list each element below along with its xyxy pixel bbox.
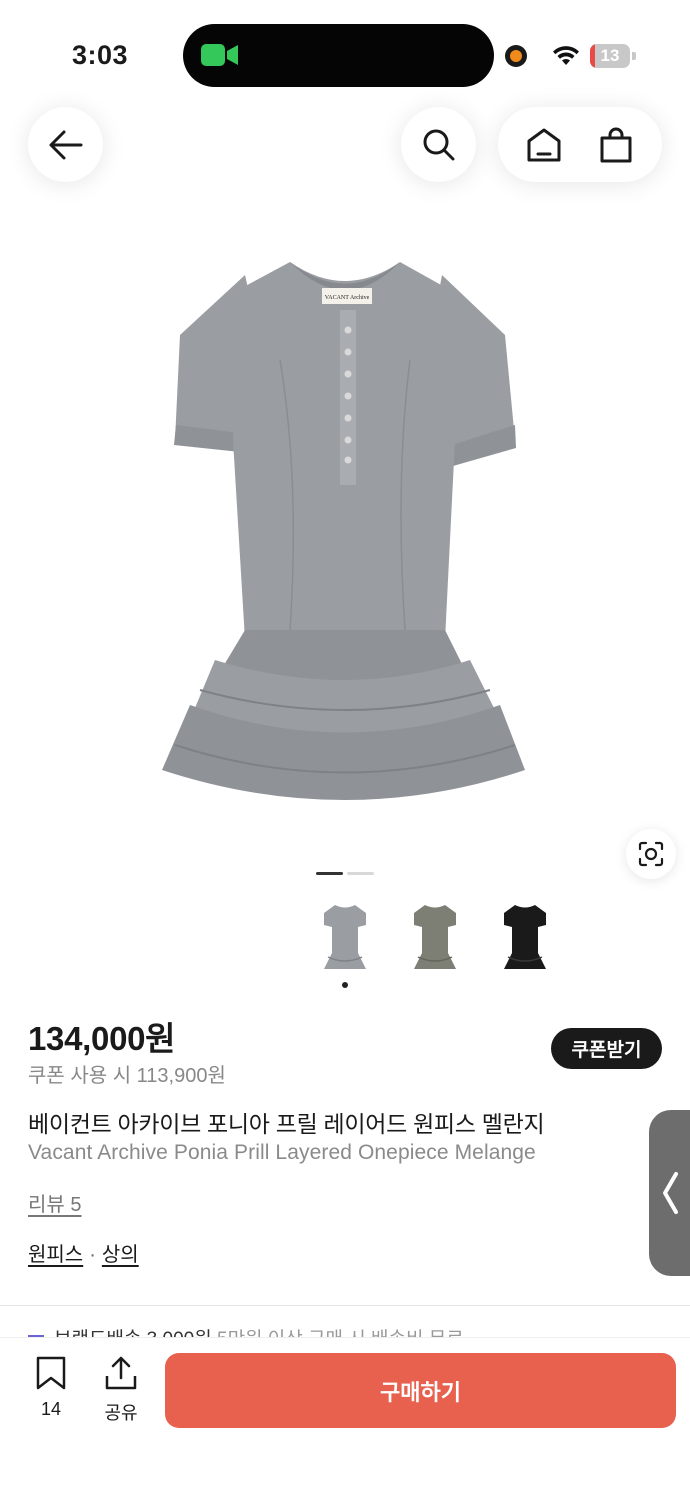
- get-coupon-button[interactable]: 쿠폰받기: [551, 1028, 662, 1069]
- battery-icon: 13: [590, 44, 636, 68]
- recording-indicator-icon: [505, 45, 527, 67]
- wifi-icon: [553, 46, 579, 65]
- bookmark-count: 14: [40, 1399, 62, 1419]
- shopping-bag-icon: [600, 127, 632, 162]
- cart-button[interactable]: [588, 117, 644, 173]
- product-title-en: Vacant Archive Ponia Prill Layered Onepi…: [28, 1141, 536, 1164]
- search-button[interactable]: [401, 107, 476, 182]
- category-link-dress[interactable]: 원피스: [28, 1244, 83, 1266]
- color-option-melange[interactable]: [310, 895, 380, 979]
- chevron-left-icon: [663, 1172, 678, 1214]
- home-cart-group: [498, 107, 662, 182]
- pager-segment-1: [316, 872, 343, 875]
- dynamic-island: [183, 24, 494, 87]
- garment-label: VACANT Archive: [325, 295, 370, 301]
- visual-search-button[interactable]: [626, 829, 676, 879]
- side-panel-handle[interactable]: [649, 1110, 690, 1276]
- share-icon: [105, 1356, 137, 1390]
- category-links: 원피스 · 상의: [28, 1238, 139, 1267]
- home-button[interactable]: [516, 117, 572, 173]
- selected-color-indicator: [342, 982, 348, 988]
- bookmark-button[interactable]: 14: [31, 1356, 71, 1420]
- visual-search-icon: [638, 841, 664, 867]
- category-separator: ·: [89, 1244, 96, 1266]
- product-price: 134,000원: [28, 1020, 176, 1057]
- status-time: 3:03: [72, 40, 129, 70]
- review-link[interactable]: 리뷰 5: [28, 1188, 81, 1217]
- color-options: [310, 895, 560, 979]
- status-bar: 3:03 13: [0, 0, 690, 100]
- bottom-action-bar: 14 공유 구매하기: [0, 1337, 690, 1500]
- product-title-ko: 베이컨트 아카이브 포니아 프릴 레이어드 원피스 멜란지: [28, 1111, 545, 1137]
- color-option-black[interactable]: [490, 895, 560, 979]
- coupon-price: 쿠폰 사용 시 113,900원: [28, 1065, 226, 1087]
- bookmark-icon: [36, 1356, 66, 1390]
- category-link-top[interactable]: 상의: [102, 1244, 139, 1266]
- back-button[interactable]: [28, 107, 103, 182]
- image-pager: [316, 872, 374, 875]
- search-icon: [423, 129, 454, 160]
- share-button[interactable]: 공유: [100, 1356, 142, 1425]
- shipping-info[interactable]: 브랜드배송 3,000원 5만원 이상 구매 시 배송비 무료: [28, 1324, 648, 1338]
- product-image[interactable]: VACANT Archive: [0, 200, 690, 860]
- buy-button[interactable]: 구매하기: [165, 1353, 676, 1428]
- color-option-khaki[interactable]: [400, 895, 470, 979]
- pager-segment-2: [347, 872, 374, 875]
- battery-level: 13: [600, 46, 620, 65]
- arrow-left-icon: [49, 130, 82, 159]
- home-icon: [527, 128, 561, 161]
- facetime-video-icon: [201, 44, 238, 66]
- section-divider: [0, 1305, 690, 1306]
- share-label: 공유: [104, 1403, 138, 1423]
